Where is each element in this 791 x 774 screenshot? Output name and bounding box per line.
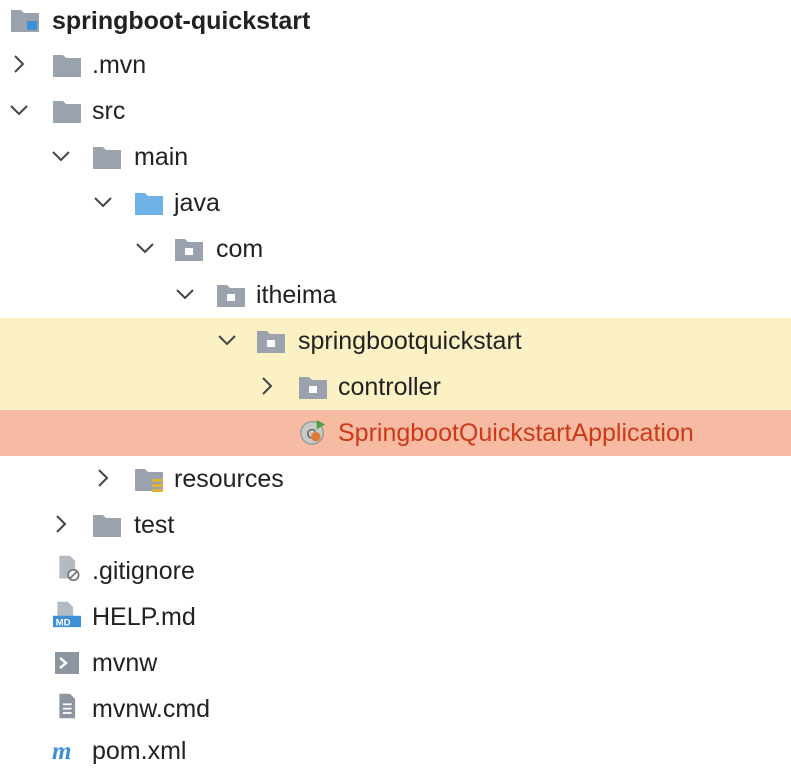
package-icon [175, 239, 203, 261]
chevron-down-icon[interactable] [134, 237, 156, 259]
tree-item-mvn[interactable]: .mvn [0, 42, 791, 88]
chevron-down-icon[interactable] [92, 191, 114, 213]
project-tree: springboot-quickstart .mvn src main java… [0, 0, 791, 770]
text-file-icon [59, 693, 76, 719]
package-icon [257, 331, 285, 353]
tree-item-label: main [134, 143, 189, 171]
project-folder-icon [11, 10, 39, 32]
tree-item-label: controller [338, 373, 441, 401]
tree-item-label: SpringbootQuickstartApplication [338, 419, 694, 447]
tree-item-label: .mvn [92, 51, 147, 79]
tree-item-main[interactable]: main [0, 134, 791, 180]
tree-item-mvnw-cmd[interactable]: mvnw.cmd [0, 686, 791, 732]
folder-icon [53, 101, 81, 123]
tree-item-label: test [134, 511, 175, 539]
tree-item-src[interactable]: src [0, 88, 791, 134]
folder-icon [53, 55, 81, 77]
chevron-right-icon[interactable] [256, 375, 278, 397]
tree-item-label: mvnw.cmd [92, 695, 211, 723]
markdown-file-icon: MD [53, 601, 81, 628]
tree-item-label: resources [174, 465, 284, 493]
tree-item-label: HELP.md [92, 603, 196, 631]
tree-item-label: src [92, 97, 126, 125]
tree-item-com[interactable]: com [0, 226, 791, 272]
tree-item-label: pom.xml [92, 737, 187, 765]
chevron-down-icon[interactable] [8, 99, 30, 121]
tree-item-springbootquickstart[interactable]: springbootquickstart [0, 318, 791, 364]
tree-item-controller[interactable]: controller [0, 364, 791, 410]
chevron-down-icon[interactable] [174, 283, 196, 305]
shell-script-icon [55, 652, 79, 674]
svg-text:m: m [52, 738, 71, 764]
tree-item-label: springboot-quickstart [52, 7, 311, 35]
folder-icon [93, 147, 121, 169]
package-icon [299, 377, 327, 399]
tree-item-label: java [174, 189, 220, 217]
package-icon [217, 285, 245, 307]
tree-item-itheima[interactable]: itheima [0, 272, 791, 318]
chevron-down-icon[interactable] [216, 329, 238, 351]
tree-item-resources[interactable]: resources [0, 456, 791, 502]
tree-item-gitignore[interactable]: .gitignore [0, 548, 791, 594]
chevron-down-icon[interactable] [50, 145, 72, 167]
tree-item-label: springbootquickstart [298, 327, 522, 355]
tree-item-pom-xml[interactable]: m pom.xml [0, 728, 791, 774]
chevron-right-icon[interactable] [92, 467, 114, 489]
resources-folder-icon [135, 469, 163, 492]
tree-item-label: mvnw [92, 649, 158, 677]
tree-item-java[interactable]: java [0, 180, 791, 226]
chevron-right-icon[interactable] [8, 53, 30, 75]
source-folder-icon [135, 193, 163, 215]
tree-item-mvnw[interactable]: mvnw [0, 640, 791, 686]
tree-item-test[interactable]: test [0, 502, 791, 548]
tree-root-springboot-quickstart[interactable]: springboot-quickstart [0, 0, 791, 44]
chevron-right-icon[interactable] [50, 513, 72, 535]
tree-item-label: .gitignore [92, 557, 195, 585]
spring-boot-class-icon: C [300, 419, 326, 445]
folder-icon [93, 515, 121, 537]
maven-pom-icon: m [52, 738, 71, 764]
tree-item-help-md[interactable]: MD HELP.md [0, 594, 791, 640]
svg-text:MD: MD [56, 617, 71, 628]
tree-item-label: itheima [256, 281, 337, 309]
tree-item-label: com [216, 235, 264, 263]
tree-item-springboot-quickstart-application[interactable]: C SpringbootQuickstartApplication [0, 410, 791, 456]
gitignore-file-icon [59, 555, 80, 582]
